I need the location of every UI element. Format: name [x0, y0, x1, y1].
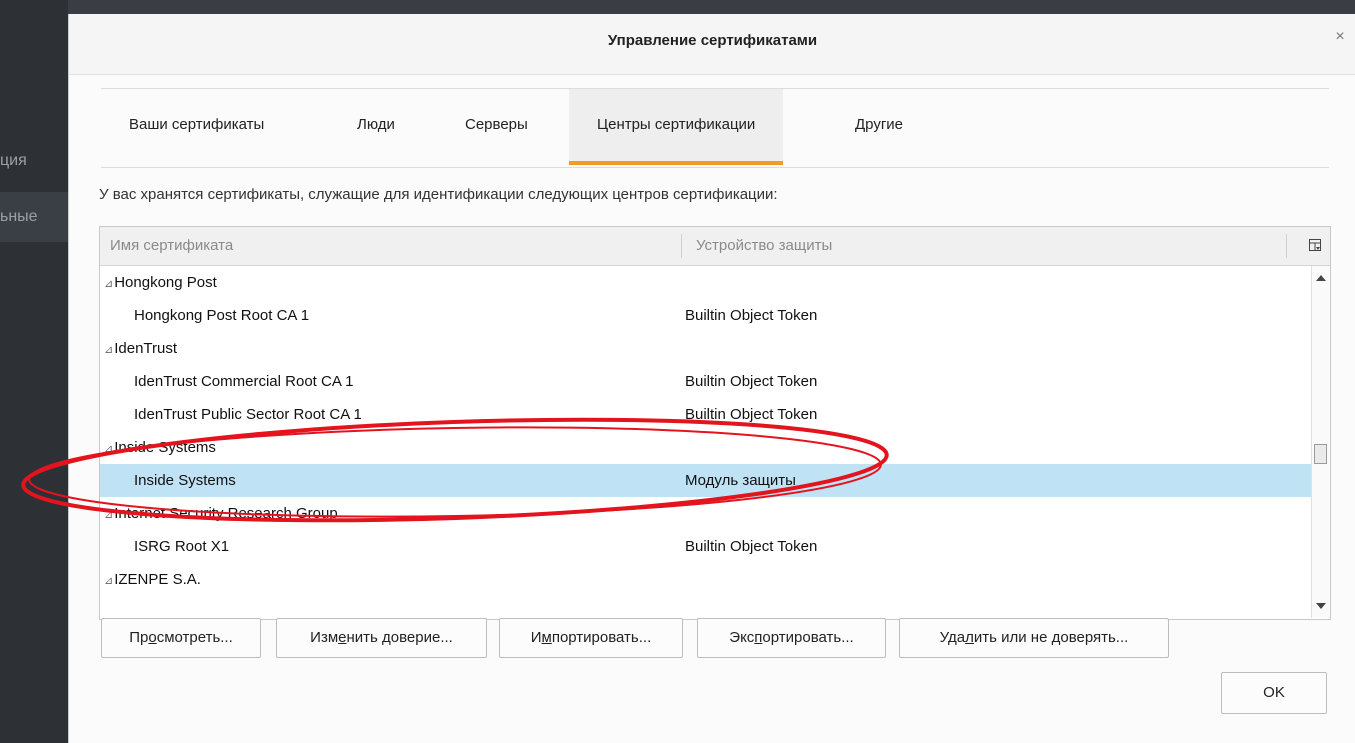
ok-button[interactable]: OK: [1221, 672, 1327, 714]
certificate-name: Inside Systems: [134, 472, 236, 489]
tab-servers[interactable]: Серверы: [437, 89, 556, 165]
scroll-down-icon[interactable]: [1316, 603, 1326, 609]
edit-trust-button[interactable]: Изменить доверие...: [276, 618, 487, 658]
twisty-icon[interactable]: ⊿: [104, 278, 113, 290]
import-button[interactable]: Импортировать...: [499, 618, 683, 658]
group-name: IdenTrust: [114, 340, 178, 357]
scroll-up-icon[interactable]: [1316, 275, 1326, 281]
export-button[interactable]: Экспортировать...: [697, 618, 886, 658]
tree-item-row[interactable]: Hongkong Post Root CA 1 Builtin Object T…: [100, 299, 1312, 332]
dialog-titlebar: Управление сертификатами ×: [69, 14, 1355, 75]
tree-item-row[interactable]: ISRG Root X1 Builtin Object Token: [100, 530, 1312, 563]
background-topbar: [68, 0, 1355, 14]
certificate-tree[interactable]: Имя сертификата Устройство защиты ⊿Hongk…: [99, 226, 1331, 620]
twisty-icon[interactable]: ⊿: [104, 575, 113, 587]
group-name: IZENPE S.A.: [114, 571, 201, 588]
twisty-icon[interactable]: ⊿: [104, 344, 113, 356]
column-separator[interactable]: [1286, 234, 1287, 258]
tree-item-row[interactable]: IdenTrust Public Sector Root CA 1 Builti…: [100, 398, 1312, 431]
certificate-name: Hongkong Post Root CA 1: [134, 307, 310, 324]
tree-header: Имя сертификата Устройство защиты: [100, 227, 1330, 266]
column-separator[interactable]: [681, 234, 682, 258]
description-text: У вас хранятся сертификаты, служащие для…: [99, 186, 778, 203]
tree-rows: ⊿Hongkong Post Hongkong Post Root CA 1 B…: [100, 266, 1312, 618]
column-header-device[interactable]: Устройство защиты: [696, 227, 832, 265]
scroll-thumb[interactable]: [1314, 444, 1327, 464]
tree-item-row-selected[interactable]: Inside Systems Модуль защиты: [100, 464, 1312, 497]
security-device: Builtin Object Token: [685, 307, 818, 324]
tab-authorities[interactable]: Центры сертификации: [569, 89, 784, 165]
group-name: Inside Systems: [114, 439, 216, 456]
tree-group-row[interactable]: ⊿Inside Systems: [100, 431, 1312, 464]
tab-your-certificates[interactable]: Ваши сертификаты: [101, 89, 292, 165]
group-name: Internet Security Research Group: [114, 505, 338, 522]
certificate-name: IdenTrust Public Sector Root CA 1: [134, 406, 362, 423]
background-partial-text: ьные: [0, 208, 38, 225]
certificate-name: ISRG Root X1: [134, 538, 230, 555]
column-picker-icon[interactable]: [1308, 238, 1322, 252]
security-device: Builtin Object Token: [685, 538, 818, 555]
tree-group-row[interactable]: ⊿IdenTrust: [100, 332, 1312, 365]
tree-item-row[interactable]: IdenTrust Commercial Root CA 1 Builtin O…: [100, 365, 1312, 398]
twisty-icon[interactable]: ⊿: [104, 443, 113, 455]
tree-scrollbar[interactable]: [1311, 266, 1330, 618]
tree-group-row[interactable]: ⊿Internet Security Research Group: [100, 497, 1312, 530]
tab-bar: Ваши сертификаты Люди Серверы Центры сер…: [101, 88, 1329, 168]
column-header-name[interactable]: Имя сертификата: [110, 227, 233, 265]
certificate-manager-dialog: Управление сертификатами × Ваши сертифик…: [68, 14, 1355, 743]
security-device: Builtin Object Token: [685, 406, 818, 423]
security-device: Builtin Object Token: [685, 373, 818, 390]
group-name: Hongkong Post: [114, 274, 217, 291]
background-partial-text: ция: [0, 152, 27, 169]
tab-others[interactable]: Другие: [827, 89, 931, 165]
delete-or-distrust-button[interactable]: Удалить или не доверять...: [899, 618, 1169, 658]
tree-group-row[interactable]: ⊿Hongkong Post: [100, 266, 1312, 299]
background-sidebar: [0, 0, 68, 743]
security-device: Модуль защиты: [685, 472, 796, 489]
dialog-title: Управление сертификатами: [607, 32, 818, 49]
twisty-icon[interactable]: ⊿: [104, 509, 113, 521]
close-icon[interactable]: ×: [1330, 28, 1350, 48]
certificate-name: IdenTrust Commercial Root CA 1: [134, 373, 354, 390]
view-button[interactable]: Просмотреть...: [101, 618, 261, 658]
tab-people[interactable]: Люди: [329, 89, 423, 165]
tree-group-row[interactable]: ⊿IZENPE S.A.: [100, 563, 1312, 596]
